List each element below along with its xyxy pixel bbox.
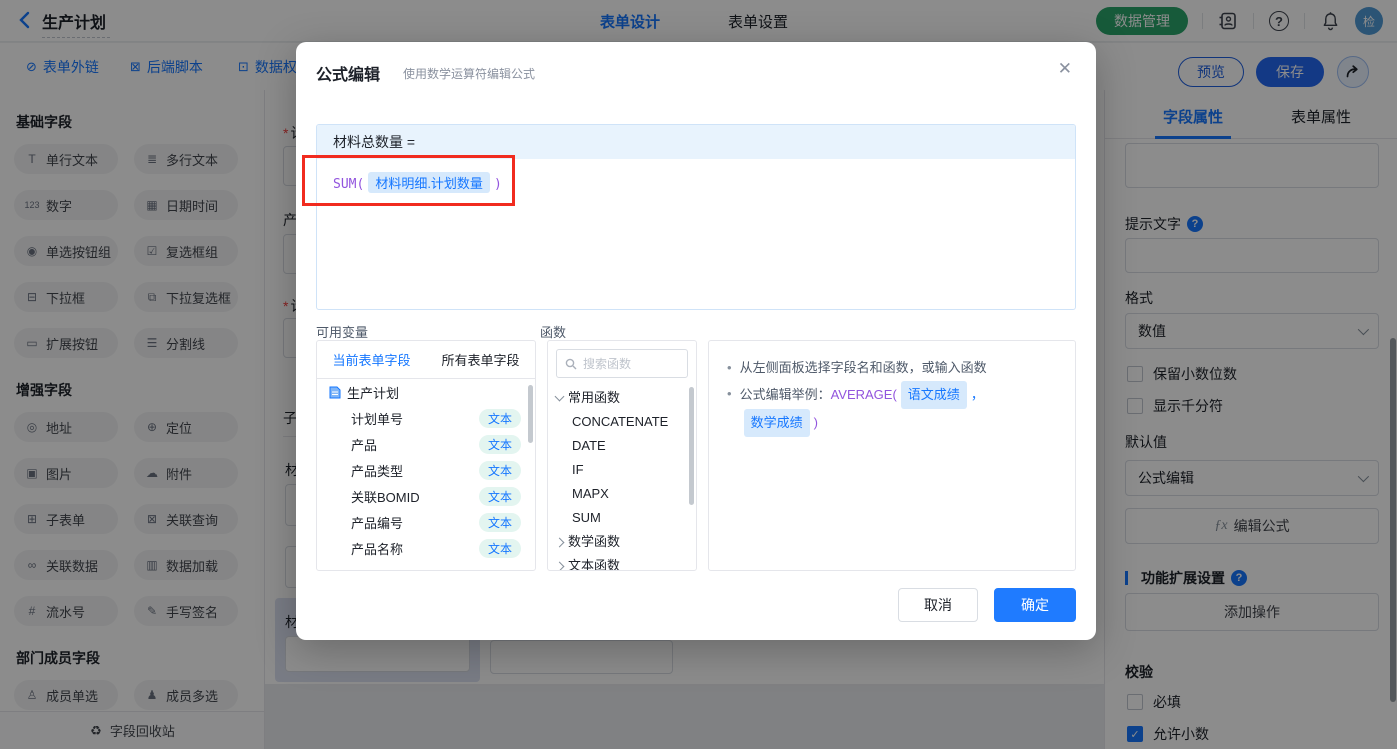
formula-help-panel: • 从左侧面板选择字段名和函数，或输入函数 • 公式编辑举例：AVERAGE(语… [708,340,1076,571]
document-icon [329,386,341,398]
field-type-tag: 文本 [478,512,521,532]
function-item[interactable]: SUM [548,506,696,530]
function-item[interactable]: MAPX [548,482,696,506]
example-comma: ， [970,387,984,402]
example-field-chip: 语文成绩 [900,381,967,409]
example-function-open: AVERAGE( [830,387,897,402]
tree-field-item[interactable]: 产品 文本 [317,431,535,457]
bullet-icon: • [727,386,732,401]
chevron-collapsed-icon [554,537,565,547]
modal-title: 公式编辑 [316,67,381,84]
modal-subtitle: 使用数学运算符编辑公式 [403,67,536,81]
field-name: 产品编号 [351,515,404,531]
function-item[interactable]: IF [548,458,696,482]
confirm-button[interactable]: 确定 [994,588,1076,622]
variables-scrollbar-thumb[interactable] [528,385,533,443]
example-function-close: ) [813,415,818,430]
formula-editor-box: 材料总数量 = SUM(材料明细.计划数量) [316,124,1076,310]
field-type-tag: 文本 [478,538,521,558]
search-icon [565,358,577,369]
group-label: 数学函数 [568,534,621,549]
function-group-math[interactable]: 数学函数 [548,530,696,554]
functions-scrollbar-thumb[interactable] [689,387,694,505]
field-type-tag: 文本 [478,408,521,428]
help-text: 从左侧面板选择字段名和函数，或输入函数 [739,360,987,375]
field-type-tag: 文本 [478,434,521,454]
formula-function-close: ) [493,177,502,192]
variables-panel: 当前表单字段 所有表单字段 生产计划 计划单号 文本 产品 文本 产品类型 文本 关联… [316,340,536,571]
field-name: 产品 [351,437,378,453]
field-type-tag: 文本 [478,460,521,480]
function-group-common[interactable]: 常用函数 [548,386,696,410]
field-name: 计划单号 [351,411,404,427]
field-name: 产品类型 [351,463,404,479]
variables-tabs: 当前表单字段 所有表单字段 [317,341,535,379]
close-icon[interactable]: ✕ [1058,59,1072,79]
function-item[interactable]: CONCATENATE [548,410,696,434]
formula-expression-editor[interactable]: SUM(材料明细.计划数量) [317,159,1075,206]
help-line-1: • 从左侧面板选择字段名和函数，或输入函数 [727,355,1057,381]
chevron-collapsed-icon [554,561,565,570]
formula-editor-modal: 公式编辑 使用数学运算符编辑公式 ✕ 材料总数量 = SUM(材料明细.计划数量… [296,42,1096,640]
formula-function-open: SUM( [333,177,365,192]
field-name: 产品名称 [351,541,404,557]
form-designer-app: 生产计划 表单设计 表单设置 数据管理 ? 检 ⊘ 表单外链 ⊠ 后端脚本 ⊡ … [0,0,1397,749]
help-line-2: • 公式编辑举例：AVERAGE(语文成绩 ， 数学成绩) [727,381,1057,437]
tree-field-item[interactable]: 产品名称 文本 [317,535,535,561]
functions-label: 函数 [540,325,567,340]
chevron-expanded-icon [554,391,565,402]
help-example: 公式编辑举例：AVERAGE(语文成绩 ， 数学成绩) [740,381,1057,437]
tree-field-item[interactable]: 产品类型 文本 [317,457,535,483]
group-label: 常用函数 [568,390,621,405]
example-field-chip: 数学成绩 [743,409,810,437]
variables-label: 可用变量 [316,325,369,340]
function-search [556,349,688,378]
bullet-icon: • [727,360,732,375]
tree-root-label: 生产计划 [347,385,400,401]
formula-target-field: 材料总数量 = [317,125,1075,159]
tab-current-form-fields[interactable]: 当前表单字段 [317,350,426,369]
group-label: 文本函数 [568,558,621,571]
field-type-tag: 文本 [478,486,521,506]
field-name: 关联BOMID [351,489,420,505]
tree-field-item[interactable]: 产品编号 文本 [317,509,535,535]
function-group-text[interactable]: 文本函数 [548,554,696,571]
function-item[interactable]: DATE [548,434,696,458]
help-text: 公式编辑举例： [739,387,831,402]
tree-root-form[interactable]: 生产计划 [317,379,535,405]
formula-field-chip[interactable]: 材料明细.计划数量 [368,172,490,193]
tree-field-item[interactable]: 关联BOMID 文本 [317,483,535,509]
tree-field-item[interactable]: 计划单号 文本 [317,405,535,431]
function-search-input[interactable] [583,356,673,371]
functions-panel: 常用函数 CONCATENATE DATE IF MAPX SUM 数学函数 文… [547,340,697,571]
tab-all-form-fields[interactable]: 所有表单字段 [426,350,535,369]
cancel-button[interactable]: 取消 [898,588,978,622]
